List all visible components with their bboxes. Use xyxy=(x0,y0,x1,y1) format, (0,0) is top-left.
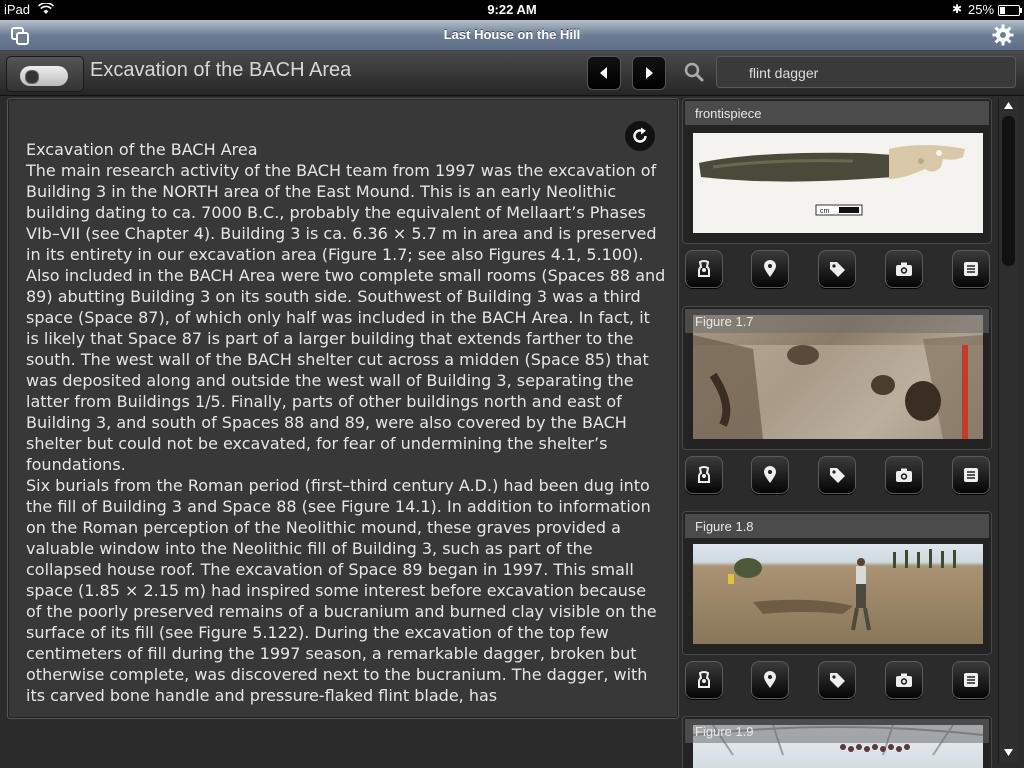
tag-icon xyxy=(830,673,845,688)
copy-icon[interactable] xyxy=(10,26,30,46)
excavation-site-image xyxy=(728,549,956,631)
toggle-knob xyxy=(25,70,39,84)
search-icon[interactable] xyxy=(683,61,705,87)
notes-button[interactable] xyxy=(952,661,990,699)
bluetooth-icon: ✱ xyxy=(952,2,963,16)
figure-card-1-7[interactable]: Figure 1.7 xyxy=(682,306,992,450)
battery-icon xyxy=(998,5,1022,16)
map-pin-icon xyxy=(764,260,776,277)
figure-image[interactable] xyxy=(693,544,983,644)
figure-actions xyxy=(682,661,994,701)
article-panel[interactable]: Excavation of the BACH Area The main res… xyxy=(7,98,679,719)
notes-button[interactable] xyxy=(952,456,990,494)
figure-image[interactable] xyxy=(693,315,983,439)
notes-icon xyxy=(964,468,978,482)
tag-button[interactable] xyxy=(818,250,856,288)
view-toggle-button[interactable] xyxy=(6,56,84,92)
person-icon xyxy=(698,260,710,277)
toggle-switch[interactable] xyxy=(20,66,68,86)
article-body: Excavation of the BACH Area The main res… xyxy=(26,139,666,706)
status-bar: iPad 9:22 AM ✱ 25% xyxy=(0,0,1024,20)
scale-bar-label: cm xyxy=(820,208,830,215)
map-pin-button[interactable] xyxy=(751,661,789,699)
figure-scrollbar[interactable] xyxy=(998,98,1018,763)
figure-actions xyxy=(682,250,994,290)
figure-label: frontispiece xyxy=(685,101,989,125)
figure-list[interactable]: cm frontispiece Figure 1.7 Figure 1.8 Fi… xyxy=(682,98,994,768)
section-title: Excavation of the BACH Area xyxy=(90,59,352,81)
figure-label: Figure 1.8 xyxy=(685,514,989,538)
tag-button[interactable] xyxy=(818,456,856,494)
person-button[interactable] xyxy=(685,456,723,494)
battery-percent: 25% xyxy=(968,2,995,17)
figure-label: Figure 1.9 xyxy=(685,719,989,743)
article-paragraph: Six burials from the Roman period (first… xyxy=(26,476,657,705)
title-bar: Last House on the Hill xyxy=(0,20,1024,51)
article-heading: Excavation of the BACH Area xyxy=(26,140,258,159)
toolbar: Excavation of the BACH Area xyxy=(0,51,1024,96)
article-paragraph: The main research activity of the BACH t… xyxy=(26,161,666,474)
building-floor-image xyxy=(693,335,983,439)
scroll-down-icon[interactable] xyxy=(1003,748,1014,757)
tag-icon xyxy=(830,468,845,483)
figure-card-frontispiece[interactable]: cm frontispiece xyxy=(682,98,992,244)
figure-card-1-8[interactable]: Figure 1.8 xyxy=(682,511,992,655)
notes-icon xyxy=(964,262,978,276)
notes-icon xyxy=(964,673,978,687)
camera-icon xyxy=(896,262,912,276)
tag-button[interactable] xyxy=(818,661,856,699)
person-button[interactable] xyxy=(685,661,723,699)
triangle-left-icon xyxy=(600,67,607,79)
camera-button[interactable] xyxy=(885,250,923,288)
map-pin-icon xyxy=(764,466,776,483)
app-title: Last House on the Hill xyxy=(443,27,581,42)
figure-card-1-9[interactable]: Figure 1.9 xyxy=(682,716,992,768)
triangle-right-icon xyxy=(646,67,653,79)
notes-button[interactable] xyxy=(952,250,990,288)
person-icon xyxy=(698,466,710,483)
camera-icon xyxy=(896,673,912,687)
gear-icon[interactable] xyxy=(992,24,1014,46)
person-icon xyxy=(698,671,710,688)
map-pin-button[interactable] xyxy=(751,456,789,494)
map-pin-icon xyxy=(764,671,776,688)
camera-icon xyxy=(896,468,912,482)
figure-actions xyxy=(682,456,994,496)
person-button[interactable] xyxy=(685,250,723,288)
figure-image[interactable]: cm xyxy=(693,133,983,233)
previous-button[interactable] xyxy=(587,56,621,90)
tag-icon xyxy=(830,262,845,277)
map-pin-button[interactable] xyxy=(751,250,789,288)
camera-button[interactable] xyxy=(885,661,923,699)
figure-label: Figure 1.7 xyxy=(685,309,989,333)
dagger-image: cm xyxy=(699,145,965,216)
scroll-up-icon[interactable] xyxy=(1003,101,1014,110)
search-field[interactable] xyxy=(716,56,1024,89)
next-button[interactable] xyxy=(632,56,666,90)
scroll-thumb[interactable] xyxy=(1002,116,1015,266)
camera-button[interactable] xyxy=(885,456,923,494)
search-input[interactable] xyxy=(717,57,1024,89)
clock: 9:22 AM xyxy=(487,2,537,17)
